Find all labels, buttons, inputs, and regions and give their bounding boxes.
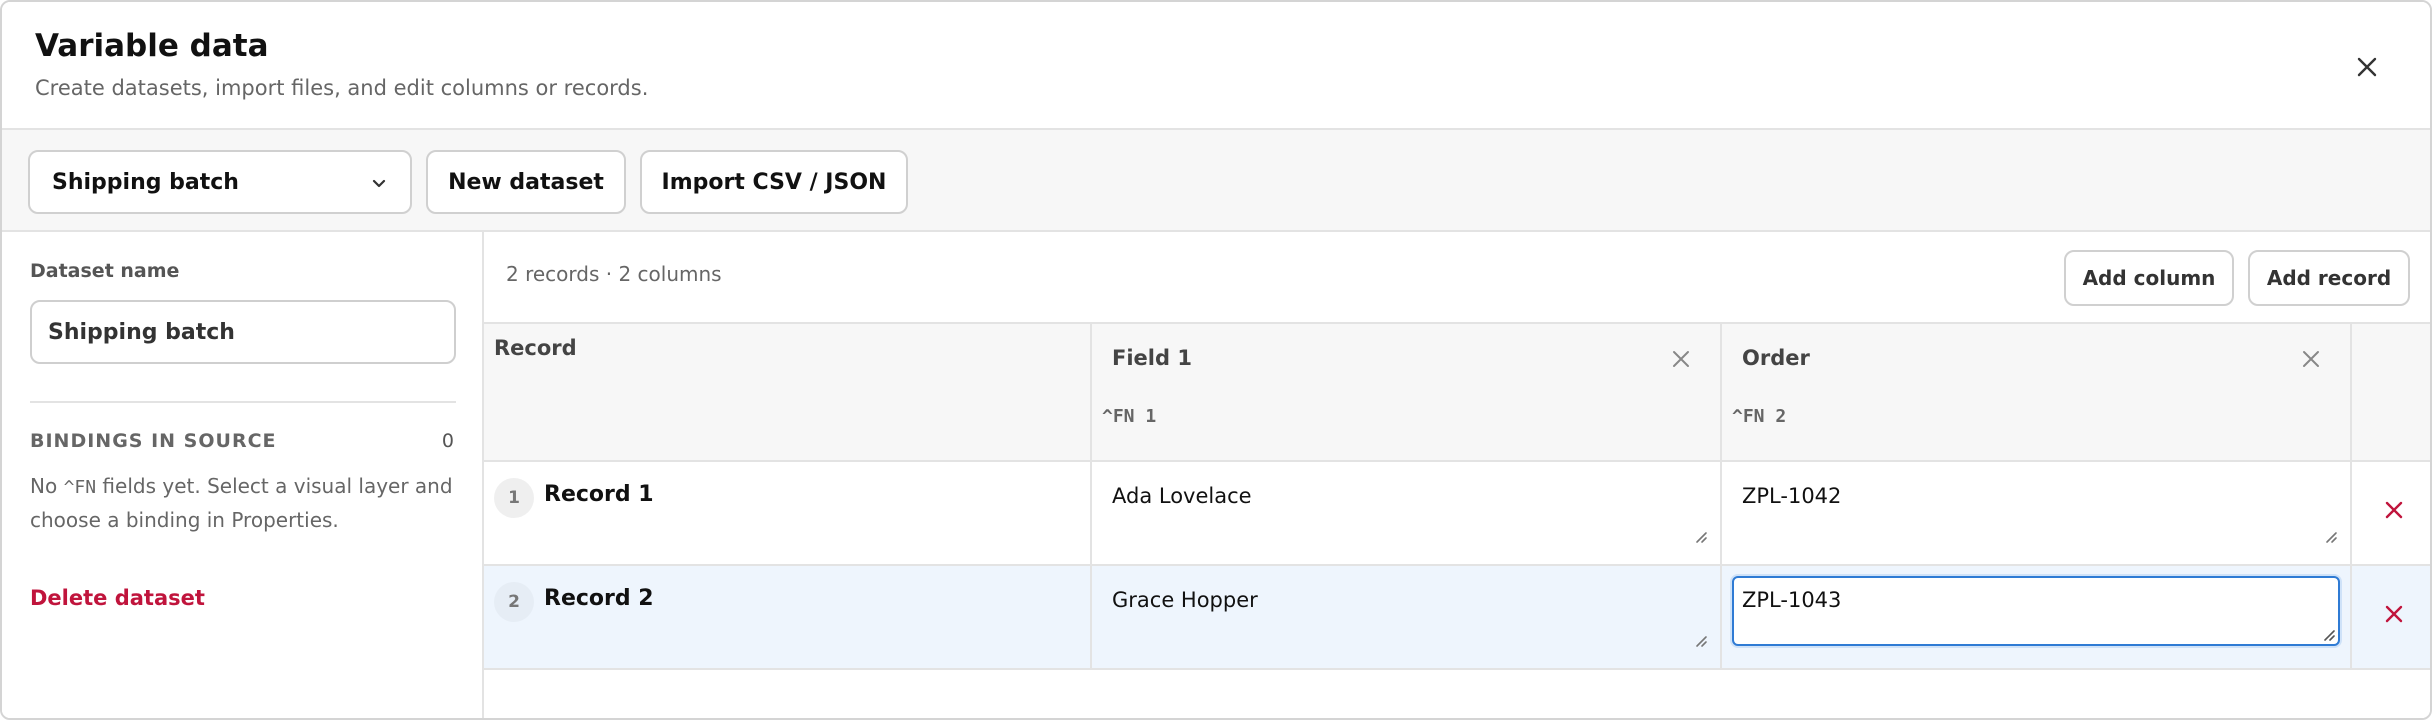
dataset-select[interactable]: Shipping batch: [28, 150, 412, 214]
cell-value: ZPL-1042: [1742, 484, 1842, 508]
remove-column-button[interactable]: [2298, 346, 2324, 372]
dataset-select-value: Shipping batch: [52, 169, 239, 195]
cell-value: ZPL-1043: [1742, 588, 1842, 612]
column-header-order: Order ^FN 2: [1722, 324, 2352, 462]
records-panel: 2 records · 2 columns Add column Add rec…: [484, 232, 2430, 718]
table-row: 1 Record 1 Ada Lovelace ZPL-1042: [484, 462, 2430, 566]
cell-value: Grace Hopper: [1112, 588, 1258, 612]
remove-column-button[interactable]: [1668, 346, 1694, 372]
record-name: Record 1: [544, 482, 654, 507]
bindings-label: BINDINGS IN SOURCE: [30, 430, 277, 452]
record-header-label: Record: [494, 336, 577, 360]
field-1-cell[interactable]: Ada Lovelace: [1092, 462, 1722, 564]
bindings-note: No ^FN fields yet. Select a visual layer…: [30, 470, 460, 536]
table-row: 2 Record 2 Grace Hopper ZPL-1043: [484, 566, 2430, 670]
actions-column-header: [2352, 324, 2430, 462]
toolbar: Shipping batch New dataset Import CSV / …: [2, 130, 2430, 232]
record-column-header: Record: [484, 324, 1092, 462]
import-csv-json-button[interactable]: Import CSV / JSON: [640, 150, 908, 214]
records-summary: 2 records · 2 columns: [506, 262, 722, 286]
record-number-badge: 1: [494, 478, 534, 518]
column-name: Field 1: [1112, 346, 1192, 370]
bindings-note-code: ^FN: [63, 477, 97, 498]
dialog-subtitle: Create datasets, import files, and edit …: [35, 76, 649, 100]
row-actions-cell: [2352, 462, 2430, 564]
variable-data-dialog: Variable data Create datasets, import fi…: [0, 0, 2432, 720]
dataset-sidebar: Dataset name BINDINGS IN SOURCE 0 No ^FN…: [2, 232, 484, 718]
delete-row-icon: [2385, 501, 2403, 519]
resize-grip-icon[interactable]: [2320, 626, 2336, 642]
column-binding-code: ^FN 1: [1102, 406, 1157, 427]
close-icon: [2303, 351, 2319, 367]
resize-grip-icon[interactable]: [2322, 528, 2338, 544]
row-actions-cell: [2352, 566, 2430, 668]
resize-grip-icon[interactable]: [1692, 632, 1708, 648]
delete-row-icon: [2385, 605, 2403, 623]
resize-grip-icon[interactable]: [1692, 528, 1708, 544]
dataset-name-input[interactable]: [30, 300, 456, 364]
chevron-down-icon: [372, 179, 386, 188]
record-name: Record 2: [544, 586, 654, 611]
delete-record-button[interactable]: [2382, 602, 2406, 626]
column-header-field-1: Field 1 ^FN 1: [1092, 324, 1722, 462]
record-cell: 2 Record 2: [484, 566, 1092, 668]
column-name: Order: [1742, 346, 1810, 370]
order-cell[interactable]: ZPL-1043: [1722, 566, 2352, 668]
record-cell: 1 Record 1: [484, 462, 1092, 564]
bindings-count: 0: [441, 430, 454, 452]
close-icon: [2357, 57, 2377, 77]
dataset-name-label: Dataset name: [30, 260, 180, 282]
record-number-badge: 2: [494, 582, 534, 622]
dialog-header: Variable data Create datasets, import fi…: [2, 2, 2430, 130]
bindings-note-text: No: [30, 474, 64, 498]
column-binding-code: ^FN 2: [1732, 406, 1787, 427]
dialog-title: Variable data: [35, 28, 269, 64]
new-dataset-button[interactable]: New dataset: [426, 150, 626, 214]
close-icon: [1673, 351, 1689, 367]
add-column-button[interactable]: Add column: [2064, 250, 2234, 306]
sidebar-divider: [30, 401, 456, 403]
delete-dataset-button[interactable]: Delete dataset: [30, 586, 205, 610]
add-record-button[interactable]: Add record: [2248, 250, 2410, 306]
cell-value: Ada Lovelace: [1112, 484, 1252, 508]
records-table: Record Field 1 ^FN 1 Order ^FN 2 1 Recor…: [484, 322, 2430, 718]
order-cell-editor[interactable]: ZPL-1043: [1732, 576, 2340, 646]
order-cell[interactable]: ZPL-1042: [1722, 462, 2352, 564]
close-dialog-button[interactable]: [2346, 46, 2388, 88]
delete-record-button[interactable]: [2382, 498, 2406, 522]
field-1-cell[interactable]: Grace Hopper: [1092, 566, 1722, 668]
